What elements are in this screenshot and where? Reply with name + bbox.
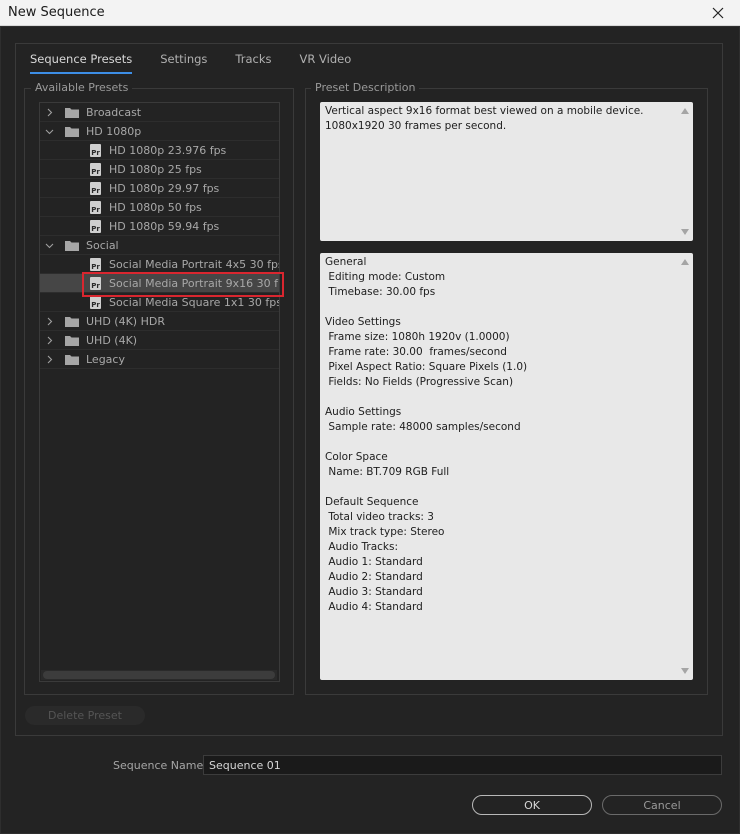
tree-item-label: HD 1080p 29.97 fps [109,181,220,195]
sequence-name-label: Sequence Name: [113,759,207,772]
tree-preset-row[interactable]: Pr HD 1080p 23.976 fps [40,141,279,160]
scroll-down-arrow-icon[interactable] [681,229,689,235]
tree-folder-row[interactable]: Legacy [40,350,279,369]
preset-file-icon: Pr [90,182,101,195]
tree-preset-row[interactable]: Pr HD 1080p 25 fps [40,160,279,179]
chevron-right-icon[interactable] [44,107,54,117]
tab-sequence-presets[interactable]: Sequence Presets [30,52,133,74]
tree-preset-row[interactable]: Pr HD 1080p 50 fps [40,198,279,217]
cancel-button[interactable]: Cancel [602,795,722,815]
ok-button[interactable]: OK [472,795,592,815]
folder-icon [65,354,79,365]
tab-settings[interactable]: Settings [160,52,207,74]
preset-description-label: Preset Description [311,81,420,94]
folder-icon [65,107,79,118]
folder-icon [65,335,79,346]
available-presets-label: Available Presets [31,81,133,94]
tree-preset-row[interactable]: Pr Social Media Square 1x1 30 fps [40,293,279,312]
window-title: New Sequence [8,5,105,20]
tree-item-label: HD 1080p 25 fps [109,162,202,176]
tree-folder-row[interactable]: HD 1080p [40,122,279,141]
delete-preset-button[interactable]: Delete Preset [25,706,145,725]
tree-item-label: Legacy [86,352,125,366]
dialog-content: Sequence Presets Settings Tracks VR Vide… [0,26,740,834]
chevron-right-icon[interactable] [44,316,54,326]
tree-preset-row[interactable]: Pr Social Media Portrait 4x5 30 fps [40,255,279,274]
preset-file-icon: Pr [90,163,101,176]
scroll-up-arrow-icon[interactable] [681,259,689,265]
folder-icon [65,126,79,137]
close-icon [712,7,724,18]
tree-folder-row[interactable]: Social [40,236,279,255]
tree-preset-row[interactable]: Pr HD 1080p 29.97 fps [40,179,279,198]
horizontal-scrollbar[interactable] [41,670,277,680]
preset-file-icon: Pr [90,277,101,290]
sequence-name-input[interactable] [203,755,722,775]
tree-item-label: Social Media Square 1x1 30 fps [109,295,280,309]
preset-summary-text: Vertical aspect 9x16 format best viewed … [325,105,644,132]
tree-preset-row[interactable]: Pr Social Media Portrait 9x16 30 fps [40,274,279,293]
tree-folder-row[interactable]: UHD (4K) [40,331,279,350]
tree-item-label: UHD (4K) [86,333,138,347]
tree-item-label: HD 1080p 59.94 fps [109,219,220,233]
tree-folder-row[interactable]: UHD (4K) HDR [40,312,279,331]
tree-item-label: HD 1080p 23.976 fps [109,143,227,157]
chevron-down-icon[interactable] [44,126,54,136]
preset-file-icon: Pr [90,220,101,233]
tree-preset-row[interactable]: Pr HD 1080p 59.94 fps [40,217,279,236]
chevron-right-icon[interactable] [44,335,54,345]
tree-item-label: UHD (4K) HDR [86,314,165,328]
tree-item-label: Social Media Portrait 9x16 30 fps [109,276,280,290]
scrollbar-thumb[interactable] [43,671,275,679]
tree-item-label: HD 1080p [86,124,142,138]
preset-summary-box: Vertical aspect 9x16 format best viewed … [320,102,693,241]
tab-bar: Sequence Presets Settings Tracks VR Vide… [30,52,379,74]
preset-file-icon: Pr [90,296,101,309]
preset-details-box: General Editing mode: Custom Timebase: 3… [320,253,693,680]
preset-file-icon: Pr [90,201,101,214]
preset-tree[interactable]: Broadcast HD 1080p Pr HD 1080p 23.976 fps Pr… [39,102,280,682]
tab-tracks[interactable]: Tracks [235,52,271,74]
scroll-up-arrow-icon[interactable] [681,108,689,114]
chevron-right-icon[interactable] [44,354,54,364]
tree-item-label: Broadcast [86,105,142,119]
title-bar: New Sequence [0,0,740,26]
chevron-down-icon[interactable] [44,240,54,250]
tree-item-label: Social [86,238,119,252]
folder-icon [65,316,79,327]
folder-icon [65,240,79,251]
tree-folder-row[interactable]: Broadcast [40,103,279,122]
summary-scrollbar[interactable] [677,102,693,241]
tree-item-label: HD 1080p 50 fps [109,200,202,214]
tree-item-label: Social Media Portrait 4x5 30 fps [109,257,280,271]
preset-details-text: General Editing mode: Custom Timebase: 3… [325,256,528,613]
preset-file-icon: Pr [90,144,101,157]
scroll-down-arrow-icon[interactable] [681,668,689,674]
close-button[interactable] [696,0,740,25]
details-scrollbar[interactable] [677,253,693,680]
preset-file-icon: Pr [90,258,101,271]
tab-vr-video[interactable]: VR Video [300,52,352,74]
